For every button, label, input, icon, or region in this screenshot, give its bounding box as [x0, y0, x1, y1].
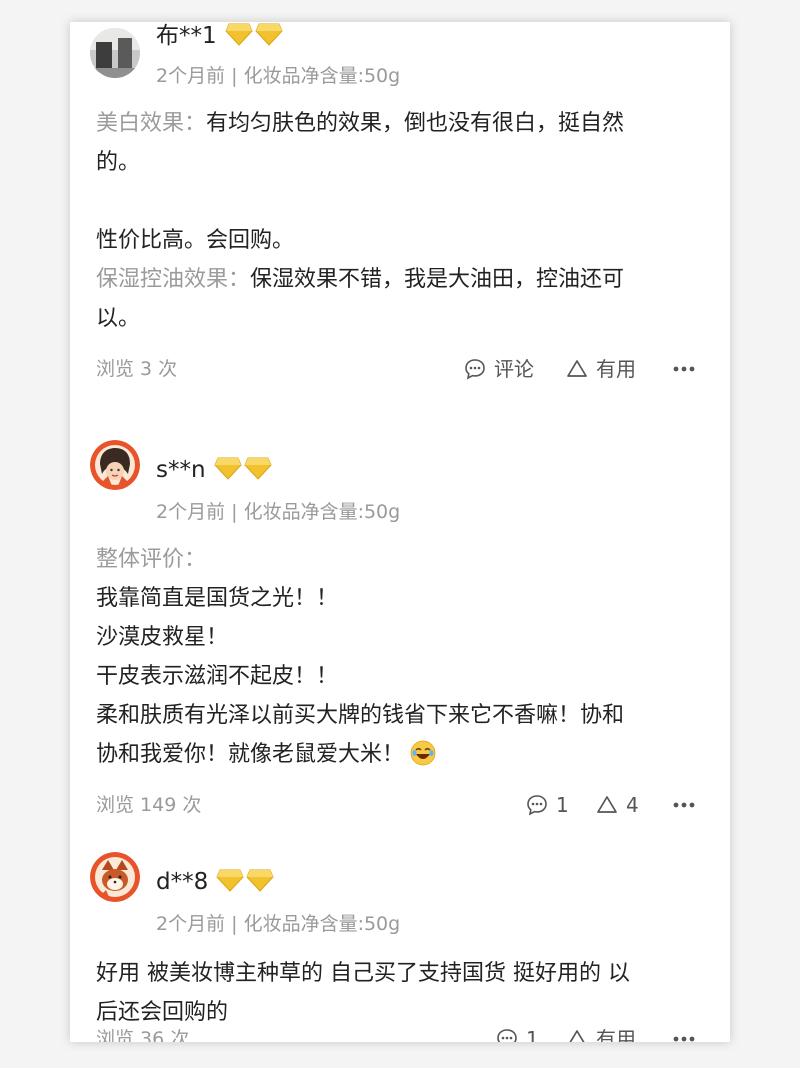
triangle-useful-icon [569, 1030, 585, 1042]
member-badge [225, 22, 285, 53]
review-content: 整体评价： 我靠简直是国货之光！！ 沙漠皮救星！ 干皮表示滋润不起皮！！ 柔和肤… [96, 540, 696, 774]
review-footer: 浏览 3 次 评论 有用 [96, 354, 696, 384]
content-line: 的。 [96, 150, 141, 175]
diamond-badge-icon [255, 23, 283, 46]
comment-icon [527, 795, 547, 816]
more-dots-icon[interactable] [672, 1024, 696, 1042]
content-line: 协和我爱你！就像老鼠爱大米！ [96, 735, 696, 774]
review-content: 好用 被美妆博主种草的 自己买了支持国货 挺好用的 以 后还会回购的 [96, 954, 696, 1032]
content-line: 好用 被美妆博主种草的 自己买了支持国货 挺好用的 以 [96, 961, 630, 986]
reviews-card: 布**1 2个月前 | 化妆品净含量:50g 美白效果：有均匀肤色的效果，倒也没… [70, 22, 730, 1042]
username-text[interactable]: d**8 [156, 869, 208, 895]
review-meta: 2个月前 | 化妆品净含量:50g [156, 501, 401, 523]
member-badge [216, 868, 276, 899]
content-line: 我靠简直是国货之光！！ [96, 586, 339, 611]
content-line: 性价比高。会回购。 [96, 228, 295, 253]
review-content: 美白效果：有均匀肤色的效果，倒也没有很白，挺自然 的。 性价比高。会回购。 保湿… [96, 104, 696, 338]
comment-icon [465, 359, 485, 380]
laughing-emoji-icon [410, 740, 436, 766]
comment-button[interactable]: 1 [526, 790, 569, 820]
username[interactable]: 布**1 [156, 22, 285, 53]
content-line: 沙漠皮救星！ [96, 625, 229, 650]
useful-button[interactable]: 有用 [566, 1024, 636, 1042]
triangle-useful-icon [597, 796, 617, 813]
avatar[interactable] [90, 440, 140, 490]
username-text[interactable]: s**n [156, 457, 206, 483]
comment-icon [497, 1029, 517, 1042]
content-line: 保湿控油效果：保湿效果不错，我是大油田，控油还可 [96, 267, 625, 292]
content-line: 干皮表示滋润不起皮！！ [96, 664, 339, 689]
diamond-badge-icon [225, 23, 253, 46]
review-footer: 浏览 149 次 1 4 [96, 790, 696, 820]
comment-button[interactable]: 评论 [464, 354, 534, 384]
username-text[interactable]: 布**1 [156, 23, 217, 49]
review-footer: 浏览 36 次 1 有用 [96, 1024, 696, 1042]
member-badge [213, 456, 274, 487]
username[interactable]: d**8 [156, 868, 276, 899]
diamond-badge-icon [216, 869, 244, 892]
view-count: 浏览 149 次 [96, 794, 202, 816]
content-line: 以。 [96, 306, 141, 331]
content-line: 柔和肤质有光泽以前买大牌的钱省下来它不香嘛！协和 [96, 703, 625, 728]
view-count: 浏览 3 次 [96, 358, 178, 380]
avatar[interactable] [90, 852, 140, 902]
review-meta: 2个月前 | 化妆品净含量:50g [156, 913, 401, 935]
username[interactable]: s**n [156, 456, 274, 487]
triangle-useful-icon [567, 360, 587, 377]
useful-button[interactable]: 4 [596, 790, 639, 820]
comment-button[interactable]: 1 [496, 1024, 539, 1042]
review-meta: 2个月前 | 化妆品净含量:50g [156, 65, 401, 87]
content-line: 整体评价： [96, 547, 207, 572]
avatar[interactable] [90, 28, 140, 78]
more-dots-icon[interactable] [672, 790, 696, 820]
useful-button[interactable]: 有用 [566, 354, 636, 384]
diamond-badge-icon [213, 457, 242, 480]
more-dots-icon[interactable] [672, 354, 696, 384]
diamond-badge-icon [246, 869, 274, 892]
view-count: 浏览 36 次 [96, 1028, 190, 1042]
content-line: 美白效果：有均匀肤色的效果，倒也没有很白，挺自然 [96, 111, 625, 136]
diamond-badge-icon [243, 457, 272, 480]
